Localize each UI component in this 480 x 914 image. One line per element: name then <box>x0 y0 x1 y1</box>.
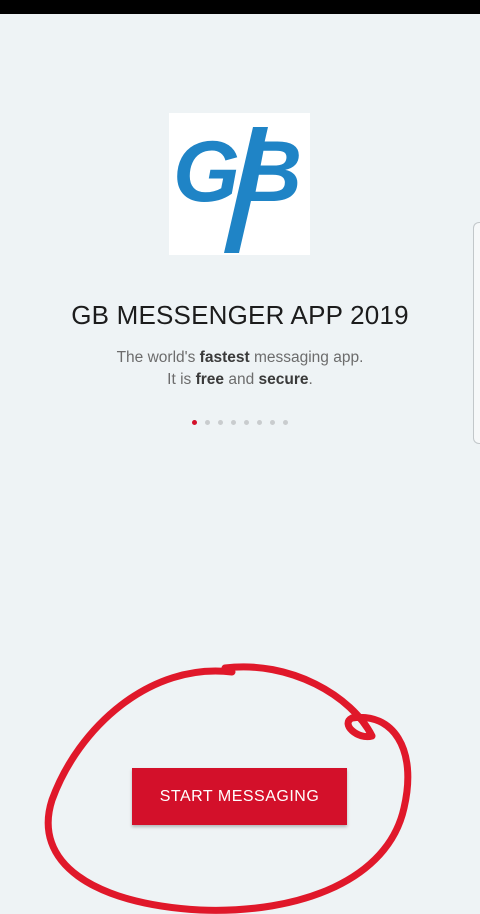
gb-logo-icon: GB <box>169 113 310 255</box>
page-dot <box>257 419 262 425</box>
start-messaging-button[interactable]: START MESSAGING <box>132 768 347 825</box>
tagline-line-1: The world's fastest messaging app. <box>116 349 364 366</box>
page-dot <box>205 419 210 425</box>
status-bar <box>0 0 480 14</box>
page-dot <box>231 419 236 425</box>
page-title: GB MESSENGER APP 2019 <box>71 300 409 330</box>
tagline: The world's fastest messaging app. It is… <box>0 347 480 391</box>
page-dot <box>244 419 249 425</box>
tagline-line-2: It is free and secure. <box>167 371 313 388</box>
edge-panel-handle[interactable] <box>473 222 480 444</box>
page-dot <box>192 419 197 425</box>
page-dot <box>218 419 223 425</box>
page-dot <box>283 419 288 425</box>
page-dot <box>270 419 275 425</box>
page-indicator[interactable] <box>192 418 288 426</box>
